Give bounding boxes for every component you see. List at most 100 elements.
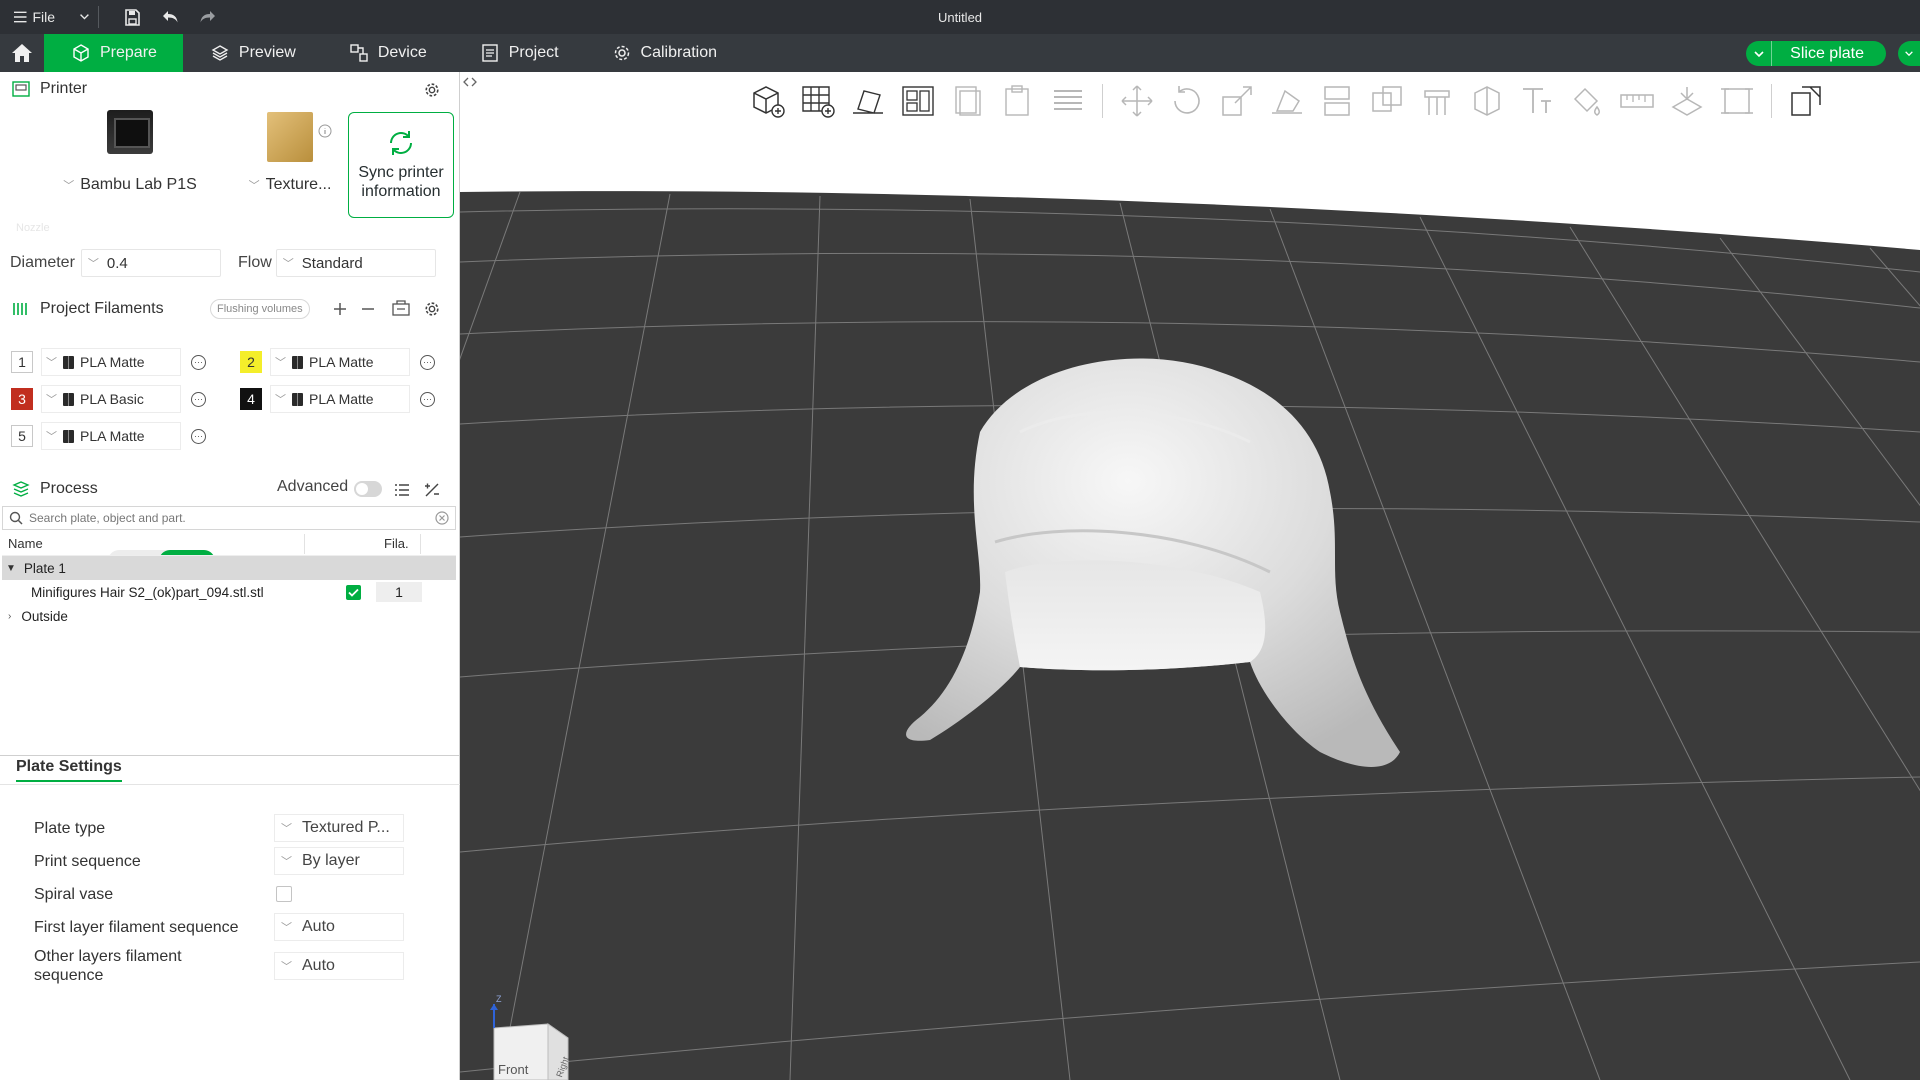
chevron-down-icon[interactable]: ▼ (6, 563, 16, 574)
advanced-switch[interactable] (354, 481, 382, 497)
lay-on-face-button[interactable] (1267, 81, 1307, 121)
move-button[interactable] (1117, 81, 1157, 121)
clear-icon[interactable] (435, 511, 449, 525)
z-axis-label: Z (496, 994, 502, 1004)
other-layers-sequence-select[interactable]: ﹀ Auto (274, 952, 404, 980)
rotate-button[interactable] (1167, 81, 1207, 121)
plate-row[interactable]: ▼ Plate 1 (2, 556, 456, 580)
filament-select[interactable]: ﹀ PLA Matte (270, 385, 410, 413)
compare-button[interactable] (422, 480, 442, 500)
undo-button[interactable] (151, 0, 189, 34)
chevron-down-icon: ﹀ (46, 357, 57, 369)
search-icon (9, 511, 23, 525)
flushing-volumes-button[interactable]: Flushing volumes (210, 299, 310, 319)
cut-button[interactable] (1317, 81, 1357, 121)
minus-icon (362, 308, 374, 310)
sync-ams-button[interactable] (390, 298, 412, 320)
chevron-right-icon[interactable]: › (8, 611, 11, 622)
print-sequence-label: Print sequence (34, 852, 141, 870)
object-search-box[interactable]: Search plate, object and part. (2, 506, 456, 530)
plate-type-label: Plate type (34, 819, 106, 837)
filament-select[interactable]: ﹀ PLA Matte (41, 422, 181, 450)
filament-select[interactable]: ﹀ PLA Matte (41, 348, 181, 376)
more-options-icon[interactable]: ··· (420, 354, 435, 370)
chevron-down-icon: ﹀ (275, 394, 286, 406)
diameter-label: Diameter (10, 254, 75, 271)
info-icon[interactable] (318, 124, 332, 138)
seam-button[interactable] (1467, 81, 1507, 121)
printer-selector[interactable]: ﹀ Bambu Lab P1S (50, 110, 210, 194)
print-sequence-select[interactable]: ﹀ By layer (274, 847, 404, 875)
home-button[interactable] (0, 34, 44, 72)
filament-item-2[interactable]: 2 ﹀ PLA Matte ··· (240, 348, 435, 376)
plate-settings-tab[interactable]: Plate Settings (16, 758, 122, 782)
diameter-select[interactable]: ﹀ 0.4 (80, 249, 221, 277)
variable-layer-icon (1721, 88, 1753, 114)
more-options-icon[interactable]: ··· (191, 428, 206, 444)
object-filament-select[interactable]: 1 (376, 582, 422, 602)
copy-button[interactable] (948, 81, 988, 121)
paste-button[interactable] (998, 81, 1038, 121)
filament-item-5[interactable]: 5 ﹀ PLA Matte ··· (11, 422, 206, 450)
tab-preview[interactable]: Preview (183, 34, 322, 72)
layers-list-button[interactable] (1048, 81, 1088, 121)
arrange-button[interactable] (898, 81, 938, 121)
save-button[interactable] (113, 0, 151, 34)
slice-dropdown-button[interactable] (1746, 41, 1773, 66)
object-row[interactable]: Minifigures Hair S2_(ok)part_094.stl.stl… (2, 580, 456, 604)
object-list-header: Name Fila. (2, 532, 456, 556)
slice-plate-group: Slice plate (1746, 41, 1886, 66)
auto-orient-button[interactable] (848, 81, 888, 121)
flow-select[interactable]: ﹀ Standard (275, 249, 436, 277)
3d-viewport[interactable]: Z Front Right (460, 72, 1920, 1080)
tab-calibration[interactable]: Calibration (585, 34, 743, 72)
split-view-button[interactable] (1786, 81, 1826, 121)
boolean-button[interactable] (1367, 81, 1407, 121)
color-paint-button[interactable] (1567, 81, 1607, 121)
text-button[interactable] (1517, 81, 1557, 121)
support-paint-button[interactable] (1417, 81, 1457, 121)
tab-project[interactable]: Project (453, 34, 585, 72)
list-view-button[interactable] (392, 480, 412, 500)
printable-checkbox[interactable] (346, 584, 361, 600)
more-options-icon[interactable]: ··· (191, 391, 206, 407)
collapse-sidebar-button[interactable] (462, 76, 478, 91)
tab-device[interactable]: Device (322, 34, 453, 72)
filament-select[interactable]: ﹀ PLA Basic (41, 385, 181, 413)
scale-button[interactable] (1217, 81, 1257, 121)
print-dropdown-button[interactable] (1898, 41, 1920, 66)
variable-layer-button[interactable] (1717, 81, 1757, 121)
add-filament-button[interactable] (330, 299, 350, 319)
assembly-button[interactable] (1667, 81, 1707, 121)
filament-item-4[interactable]: 4 ﹀ PLA Matte ··· (240, 385, 435, 413)
process-section-header: Process (0, 472, 460, 506)
diameter-value: 0.4 (106, 254, 128, 272)
sync-printer-button[interactable]: Sync printer information (348, 112, 454, 218)
outside-row[interactable]: › Outside (2, 604, 456, 628)
remove-filament-button[interactable] (358, 299, 378, 319)
filament-spool-icon (63, 429, 74, 443)
filament-item-1[interactable]: 1 ﹀ PLA Matte ··· (11, 348, 206, 376)
plate-type-select[interactable]: ﹀ Textured P... (274, 814, 404, 842)
slice-plate-button[interactable]: Slice plate (1772, 45, 1886, 63)
add-plate-button[interactable] (798, 81, 838, 121)
redo-button[interactable] (189, 0, 227, 34)
more-options-icon[interactable]: ··· (191, 354, 206, 370)
assembly-icon (1671, 87, 1703, 116)
add-object-button[interactable] (748, 81, 788, 121)
filament-settings-button[interactable] (422, 299, 442, 319)
spiral-vase-checkbox[interactable] (276, 886, 292, 902)
tab-prepare[interactable]: Prepare (44, 34, 183, 72)
tab-label: Device (377, 44, 427, 61)
printer-settings-button[interactable] (422, 80, 442, 100)
first-layer-sequence-select[interactable]: ﹀ Auto (274, 913, 404, 941)
filament-item-3[interactable]: 3 ﹀ PLA Basic ··· (11, 385, 206, 413)
plate-type-selector[interactable]: ﹀ Texture... (240, 110, 340, 194)
spiral-vase-row: Spiral vase (34, 880, 454, 908)
viewport-toolbar (748, 80, 1826, 122)
file-menu-button[interactable]: File (0, 0, 90, 34)
more-options-icon[interactable]: ··· (420, 391, 435, 407)
rotate-icon (1174, 86, 1200, 114)
filament-select[interactable]: ﹀ PLA Matte (270, 348, 410, 376)
measure-button[interactable] (1617, 81, 1657, 121)
